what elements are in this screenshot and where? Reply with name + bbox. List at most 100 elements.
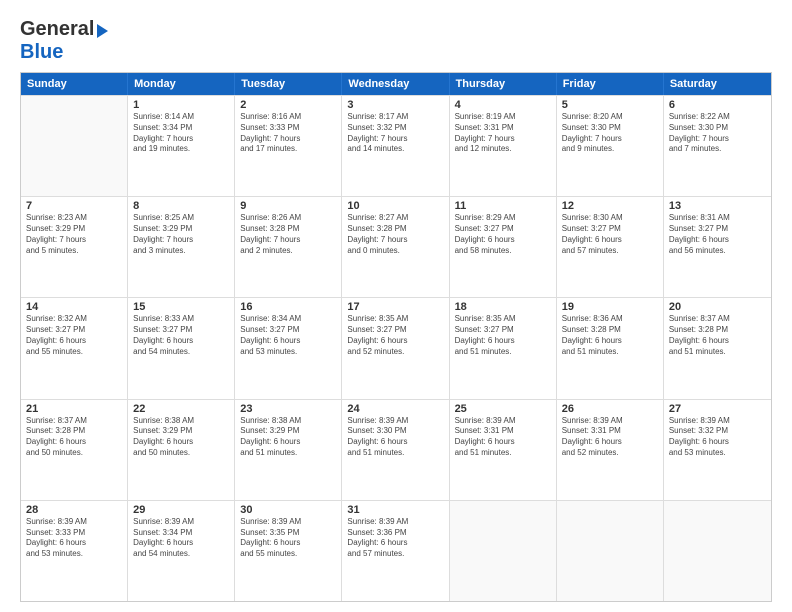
day-info: Sunrise: 8:37 AMSunset: 3:28 PMDaylight:… — [26, 416, 122, 459]
calendar: SundayMondayTuesdayWednesdayThursdayFrid… — [20, 72, 772, 602]
day-number: 2 — [240, 99, 336, 111]
day-info: Sunrise: 8:36 AMSunset: 3:28 PMDaylight:… — [562, 314, 658, 357]
day-info: Sunrise: 8:34 AMSunset: 3:27 PMDaylight:… — [240, 314, 336, 357]
day-number: 15 — [133, 301, 229, 313]
day-number: 3 — [347, 99, 443, 111]
cal-row-3: 21Sunrise: 8:37 AMSunset: 3:28 PMDayligh… — [21, 399, 771, 500]
day-info: Sunrise: 8:39 AMSunset: 3:31 PMDaylight:… — [455, 416, 551, 459]
day-info: Sunrise: 8:37 AMSunset: 3:28 PMDaylight:… — [669, 314, 766, 357]
header-day-sunday: Sunday — [21, 73, 128, 95]
cal-cell-empty-4-5 — [557, 501, 664, 601]
header-day-tuesday: Tuesday — [235, 73, 342, 95]
day-info: Sunrise: 8:26 AMSunset: 3:28 PMDaylight:… — [240, 213, 336, 256]
cal-row-0: 1Sunrise: 8:14 AMSunset: 3:34 PMDaylight… — [21, 95, 771, 196]
day-number: 18 — [455, 301, 551, 313]
cal-cell-3: 3Sunrise: 8:17 AMSunset: 3:32 PMDaylight… — [342, 96, 449, 196]
day-info: Sunrise: 8:23 AMSunset: 3:29 PMDaylight:… — [26, 213, 122, 256]
day-info: Sunrise: 8:30 AMSunset: 3:27 PMDaylight:… — [562, 213, 658, 256]
cal-cell-30: 30Sunrise: 8:39 AMSunset: 3:35 PMDayligh… — [235, 501, 342, 601]
day-info: Sunrise: 8:20 AMSunset: 3:30 PMDaylight:… — [562, 112, 658, 155]
day-number: 13 — [669, 200, 766, 212]
cal-cell-14: 14Sunrise: 8:32 AMSunset: 3:27 PMDayligh… — [21, 298, 128, 398]
cal-cell-20: 20Sunrise: 8:37 AMSunset: 3:28 PMDayligh… — [664, 298, 771, 398]
cal-row-2: 14Sunrise: 8:32 AMSunset: 3:27 PMDayligh… — [21, 297, 771, 398]
cal-cell-21: 21Sunrise: 8:37 AMSunset: 3:28 PMDayligh… — [21, 400, 128, 500]
day-info: Sunrise: 8:29 AMSunset: 3:27 PMDaylight:… — [455, 213, 551, 256]
logo: General Blue — [20, 18, 108, 64]
day-number: 1 — [133, 99, 229, 111]
cal-cell-31: 31Sunrise: 8:39 AMSunset: 3:36 PMDayligh… — [342, 501, 449, 601]
header-day-monday: Monday — [128, 73, 235, 95]
day-number: 11 — [455, 200, 551, 212]
day-info: Sunrise: 8:27 AMSunset: 3:28 PMDaylight:… — [347, 213, 443, 256]
cal-cell-12: 12Sunrise: 8:30 AMSunset: 3:27 PMDayligh… — [557, 197, 664, 297]
day-info: Sunrise: 8:39 AMSunset: 3:35 PMDaylight:… — [240, 517, 336, 560]
cal-cell-19: 19Sunrise: 8:36 AMSunset: 3:28 PMDayligh… — [557, 298, 664, 398]
header-day-thursday: Thursday — [450, 73, 557, 95]
cal-cell-1: 1Sunrise: 8:14 AMSunset: 3:34 PMDaylight… — [128, 96, 235, 196]
header-day-saturday: Saturday — [664, 73, 771, 95]
day-number: 5 — [562, 99, 658, 111]
day-number: 28 — [26, 504, 122, 516]
day-number: 16 — [240, 301, 336, 313]
calendar-header: SundayMondayTuesdayWednesdayThursdayFrid… — [21, 73, 771, 95]
day-info: Sunrise: 8:19 AMSunset: 3:31 PMDaylight:… — [455, 112, 551, 155]
cal-cell-26: 26Sunrise: 8:39 AMSunset: 3:31 PMDayligh… — [557, 400, 664, 500]
day-number: 29 — [133, 504, 229, 516]
day-number: 4 — [455, 99, 551, 111]
cal-row-4: 28Sunrise: 8:39 AMSunset: 3:33 PMDayligh… — [21, 500, 771, 601]
day-number: 23 — [240, 403, 336, 415]
day-info: Sunrise: 8:39 AMSunset: 3:36 PMDaylight:… — [347, 517, 443, 560]
day-number: 25 — [455, 403, 551, 415]
cal-cell-28: 28Sunrise: 8:39 AMSunset: 3:33 PMDayligh… — [21, 501, 128, 601]
day-info: Sunrise: 8:38 AMSunset: 3:29 PMDaylight:… — [133, 416, 229, 459]
cal-cell-16: 16Sunrise: 8:34 AMSunset: 3:27 PMDayligh… — [235, 298, 342, 398]
day-number: 19 — [562, 301, 658, 313]
cal-cell-empty-4-4 — [450, 501, 557, 601]
day-info: Sunrise: 8:22 AMSunset: 3:30 PMDaylight:… — [669, 112, 766, 155]
cal-cell-4: 4Sunrise: 8:19 AMSunset: 3:31 PMDaylight… — [450, 96, 557, 196]
day-number: 31 — [347, 504, 443, 516]
cal-cell-9: 9Sunrise: 8:26 AMSunset: 3:28 PMDaylight… — [235, 197, 342, 297]
cal-cell-2: 2Sunrise: 8:16 AMSunset: 3:33 PMDaylight… — [235, 96, 342, 196]
header-day-wednesday: Wednesday — [342, 73, 449, 95]
logo-arrow-icon — [97, 24, 108, 38]
cal-row-1: 7Sunrise: 8:23 AMSunset: 3:29 PMDaylight… — [21, 196, 771, 297]
logo-general: General — [20, 18, 94, 41]
cal-cell-5: 5Sunrise: 8:20 AMSunset: 3:30 PMDaylight… — [557, 96, 664, 196]
cal-cell-11: 11Sunrise: 8:29 AMSunset: 3:27 PMDayligh… — [450, 197, 557, 297]
day-info: Sunrise: 8:38 AMSunset: 3:29 PMDaylight:… — [240, 416, 336, 459]
calendar-body: 1Sunrise: 8:14 AMSunset: 3:34 PMDaylight… — [21, 95, 771, 601]
day-number: 24 — [347, 403, 443, 415]
cal-cell-23: 23Sunrise: 8:38 AMSunset: 3:29 PMDayligh… — [235, 400, 342, 500]
cal-cell-24: 24Sunrise: 8:39 AMSunset: 3:30 PMDayligh… — [342, 400, 449, 500]
day-info: Sunrise: 8:32 AMSunset: 3:27 PMDaylight:… — [26, 314, 122, 357]
cal-cell-22: 22Sunrise: 8:38 AMSunset: 3:29 PMDayligh… — [128, 400, 235, 500]
day-info: Sunrise: 8:33 AMSunset: 3:27 PMDaylight:… — [133, 314, 229, 357]
day-number: 30 — [240, 504, 336, 516]
cal-cell-18: 18Sunrise: 8:35 AMSunset: 3:27 PMDayligh… — [450, 298, 557, 398]
day-number: 22 — [133, 403, 229, 415]
cal-cell-27: 27Sunrise: 8:39 AMSunset: 3:32 PMDayligh… — [664, 400, 771, 500]
day-number: 14 — [26, 301, 122, 313]
day-info: Sunrise: 8:31 AMSunset: 3:27 PMDaylight:… — [669, 213, 766, 256]
logo-blue: Blue — [20, 41, 63, 63]
cal-cell-7: 7Sunrise: 8:23 AMSunset: 3:29 PMDaylight… — [21, 197, 128, 297]
day-info: Sunrise: 8:35 AMSunset: 3:27 PMDaylight:… — [455, 314, 551, 357]
day-number: 17 — [347, 301, 443, 313]
day-number: 20 — [669, 301, 766, 313]
day-number: 7 — [26, 200, 122, 212]
day-number: 21 — [26, 403, 122, 415]
day-info: Sunrise: 8:39 AMSunset: 3:33 PMDaylight:… — [26, 517, 122, 560]
day-number: 12 — [562, 200, 658, 212]
day-number: 10 — [347, 200, 443, 212]
day-info: Sunrise: 8:39 AMSunset: 3:34 PMDaylight:… — [133, 517, 229, 560]
day-number: 9 — [240, 200, 336, 212]
day-info: Sunrise: 8:14 AMSunset: 3:34 PMDaylight:… — [133, 112, 229, 155]
day-info: Sunrise: 8:39 AMSunset: 3:30 PMDaylight:… — [347, 416, 443, 459]
day-number: 8 — [133, 200, 229, 212]
cal-cell-8: 8Sunrise: 8:25 AMSunset: 3:29 PMDaylight… — [128, 197, 235, 297]
day-info: Sunrise: 8:17 AMSunset: 3:32 PMDaylight:… — [347, 112, 443, 155]
cal-cell-15: 15Sunrise: 8:33 AMSunset: 3:27 PMDayligh… — [128, 298, 235, 398]
day-info: Sunrise: 8:39 AMSunset: 3:32 PMDaylight:… — [669, 416, 766, 459]
